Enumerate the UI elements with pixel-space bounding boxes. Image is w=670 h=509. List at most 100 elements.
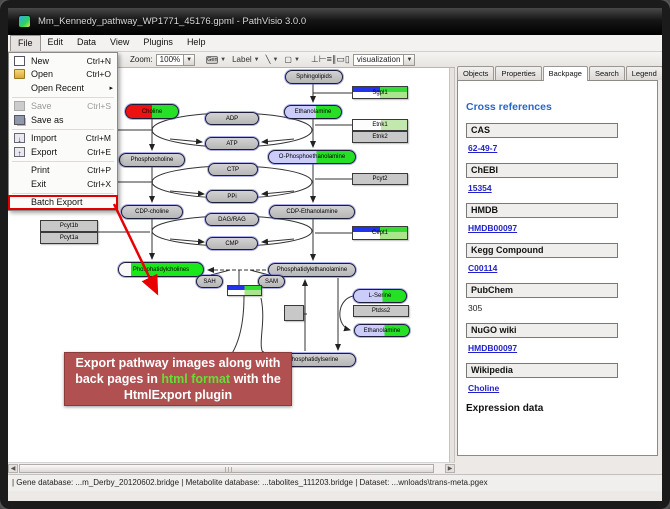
node-cdp-choline[interactable]: CDP-choline (121, 205, 183, 219)
file-menu-item-save[interactable]: SaveCtrl+S (9, 100, 117, 114)
chevron-down-icon[interactable]: ▼ (403, 55, 414, 65)
menu-edit[interactable]: Edit (41, 35, 71, 51)
node-etnk1[interactable]: Etnk1 (352, 119, 408, 131)
node-label: Ptdss2 (372, 308, 390, 314)
menu-plugins[interactable]: Plugins (136, 35, 180, 51)
menu-data[interactable]: Data (70, 35, 103, 51)
common-height-icon[interactable]: ▯ (345, 54, 350, 64)
menu-file[interactable]: File (10, 35, 41, 51)
menu-shortcut: Ctrl+N (87, 56, 111, 66)
file-menu-item-exit[interactable]: ExitCtrl+X (9, 177, 117, 191)
xref-link[interactable]: 62-49-7 (468, 143, 497, 153)
align-horizontal-center-icon[interactable]: ⊥ (311, 54, 319, 64)
node-cmp[interactable]: CMP (206, 237, 258, 250)
menu-shortcut: Ctrl+S (87, 101, 111, 111)
node-partially-hidden-gene[interactable] (227, 285, 262, 296)
visualization-combobox[interactable]: visualization ▼ (353, 54, 416, 66)
status-text: | Gene database: ...m_Derby_20120602.bri… (12, 478, 488, 487)
node-label: Phosphatidylethanolamine (277, 267, 347, 273)
xref-link[interactable]: HMDB00097 (468, 223, 517, 233)
node-cdp-ethanolamine[interactable]: CDP-Ethanolamine (269, 205, 355, 219)
file-menu-item-import[interactable]: ImportCtrl+M (9, 132, 117, 146)
node-label: CDP-Ethanolamine (286, 209, 337, 215)
node-label: Sgpl1 (372, 90, 387, 96)
node-dag[interactable]: DAG/RAG (205, 213, 259, 226)
node-adp[interactable]: ADP (205, 112, 259, 125)
xref-value: HMDB00097 (468, 223, 649, 233)
file-menu-item-open-recent[interactable]: Open Recent▸ (9, 81, 117, 95)
file-menu-item-save-as[interactable]: Save as (9, 113, 117, 127)
align-vertical-center-icon[interactable]: ⊢ (319, 54, 327, 64)
node-label: Phosphatidylcholines (133, 267, 189, 273)
node-o-phosphoethanolamine[interactable]: O-Phosphoethanolamine (268, 150, 356, 164)
node-sgpl1[interactable]: Sgpl1 (352, 86, 408, 99)
node-ethanolamine-bottom[interactable]: Ethanolamine (354, 324, 410, 337)
file-menu-item-batch-export[interactable]: Batch Export (9, 196, 117, 210)
menu-separator (12, 97, 114, 98)
title-bar[interactable]: Mm_Kennedy_pathway_WP1771_45176.gpml - P… (8, 8, 662, 35)
node-sah[interactable]: SAH (196, 275, 223, 288)
status-bar: | Gene database: ...m_Derby_20120602.bri… (8, 474, 662, 491)
node-choline-top[interactable]: Choline (125, 104, 179, 119)
tab-objects[interactable]: Objects (457, 66, 494, 80)
zoom-combobox[interactable]: 100% ▼ (156, 54, 195, 66)
gene-tool-button[interactable]: Gen▼ (203, 53, 229, 66)
tab-backpage[interactable]: Backpage (543, 66, 588, 81)
label-tool-button[interactable]: Label▼ (229, 53, 263, 66)
file-menu-item-new[interactable]: NewCtrl+N (9, 54, 117, 68)
xref-link[interactable]: 15354 (468, 183, 492, 193)
node-label: Ethanolamine (364, 328, 401, 334)
xref-section-pubchem: PubChem305 (466, 283, 649, 313)
xref-link[interactable]: C00114 (468, 263, 497, 273)
node-label: Ethanolamine (295, 109, 332, 115)
node-ppi[interactable]: PPi (206, 190, 258, 203)
tab-search[interactable]: Search (589, 66, 625, 80)
window-title: Mm_Kennedy_pathway_WP1771_45176.gpml - P… (38, 16, 306, 27)
node-label: CMP (225, 241, 238, 247)
tab-properties[interactable]: Properties (495, 66, 541, 80)
node-partially-hidden-box[interactable] (284, 305, 304, 321)
zoom-label: Zoom: (130, 55, 153, 64)
scrollbar-thumb[interactable] (19, 464, 434, 473)
node-l-serine[interactable]: L-Serine (353, 289, 407, 303)
open-folder-icon (14, 69, 25, 79)
node-atp[interactable]: ATP (205, 137, 259, 150)
tab-legend[interactable]: Legend (626, 66, 662, 80)
node-cept1[interactable]: Cept1 (352, 226, 408, 240)
node-pcyt2[interactable]: Pcyt2 (352, 173, 408, 185)
pathvisio-window: Mm_Kennedy_pathway_WP1771_45176.gpml - P… (8, 8, 662, 501)
visualization-value: visualization (354, 55, 404, 64)
file-menu-item-print[interactable]: PrintCtrl+P (9, 164, 117, 178)
node-pcyt1b[interactable]: Pcyt1b (40, 220, 98, 232)
node-ptdss2[interactable]: Ptdss2 (353, 305, 409, 317)
canvas-horizontal-scrollbar[interactable]: ◀ ▶ (8, 462, 455, 473)
menu-help[interactable]: Help (180, 35, 213, 51)
node-sphingolipids[interactable]: Sphingolipids (285, 70, 343, 84)
chevron-down-icon[interactable]: ▼ (183, 55, 194, 65)
file-menu-item-open[interactable]: OpenCtrl+O (9, 68, 117, 82)
node-ethanolamine-top[interactable]: Ethanolamine (284, 105, 342, 119)
xref-link[interactable]: Choline (468, 383, 499, 393)
shape-tool-button[interactable]: ▢▼ (281, 53, 303, 66)
xref-value: HMDB00097 (468, 343, 649, 353)
common-width-icon[interactable]: ▭ (336, 54, 345, 64)
file-menu-item-export[interactable]: ExportCtrl+E (9, 145, 117, 159)
menu-view[interactable]: View (103, 35, 136, 51)
node-pcyt1a[interactable]: Pcyt1a (40, 232, 98, 244)
xref-section-wikipedia: WikipediaCholine (466, 363, 649, 393)
xref-section-nugo-wiki: NuGO wikiHMDB00097 (466, 323, 649, 353)
node-sam[interactable]: SAM (258, 275, 285, 288)
node-phosphatidylcholines[interactable]: Phosphatidylcholines (118, 262, 204, 277)
node-etnk2[interactable]: Etnk2 (352, 131, 408, 143)
menu-item-label: Exit (31, 179, 46, 189)
node-ctp[interactable]: CTP (208, 163, 258, 176)
node-phosphocholine[interactable]: Phosphocholine (119, 153, 185, 167)
xref-link[interactable]: HMDB00097 (468, 343, 517, 353)
menu-shortcut: Ctrl+M (86, 133, 111, 143)
menu-item-label: Save as (31, 115, 64, 125)
node-label: Etnk1 (372, 122, 387, 128)
scroll-left-icon[interactable]: ◀ (8, 464, 18, 473)
node-label: Phosphatidylserine (288, 357, 339, 363)
scroll-right-icon[interactable]: ▶ (445, 464, 455, 473)
line-tool-button[interactable]: ╲▼ (263, 53, 282, 66)
